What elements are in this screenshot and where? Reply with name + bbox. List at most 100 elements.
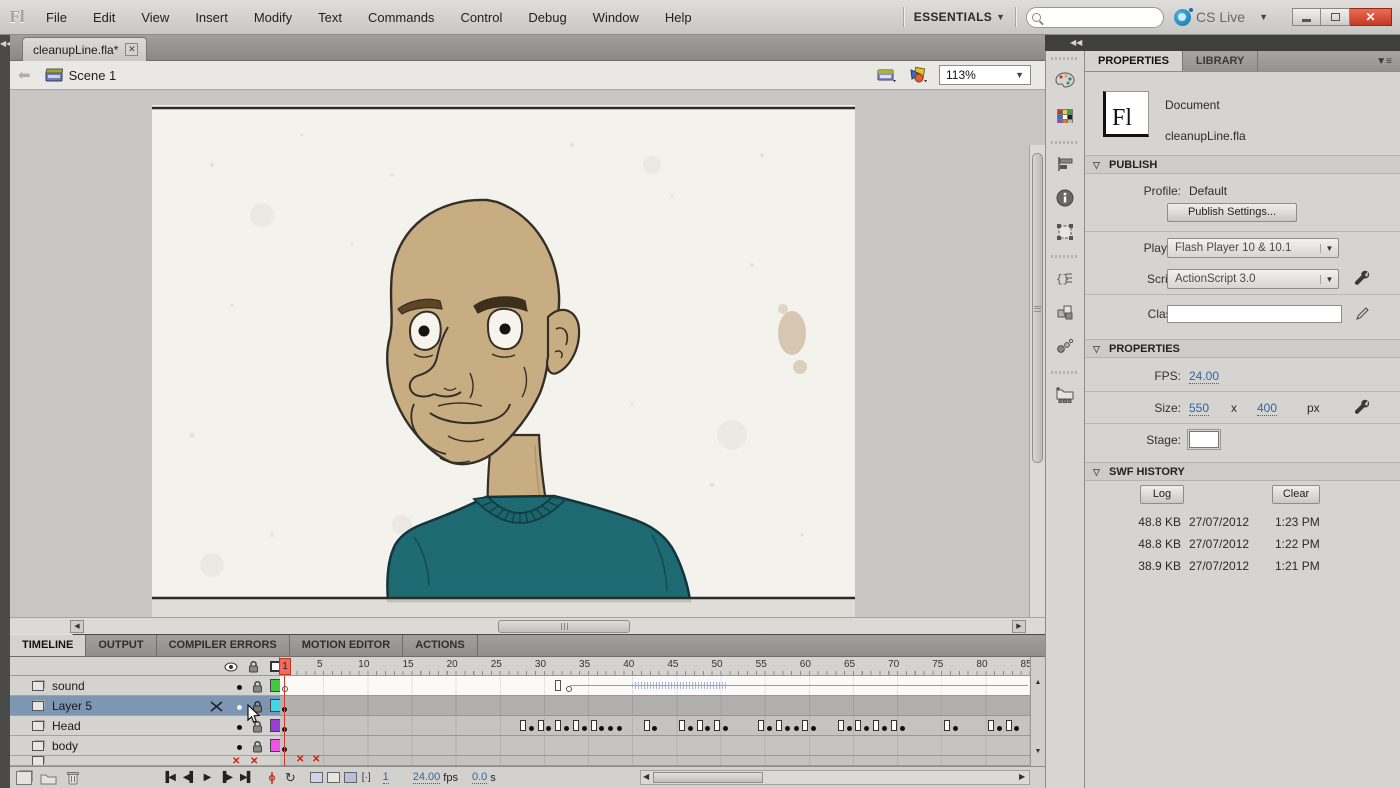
vertical-scroll-thumb[interactable]: [1032, 153, 1043, 463]
current-frame-value[interactable]: 1: [383, 771, 389, 784]
restore-button[interactable]: [1321, 8, 1350, 26]
layer-row-partial[interactable]: ✕ ✕: [10, 756, 280, 766]
swatches-panel-icon[interactable]: [1052, 103, 1078, 129]
frames-row-body[interactable]: [280, 736, 1030, 756]
center-frame-marker-icon[interactable]: [267, 771, 277, 785]
playhead[interactable]: 1: [279, 658, 291, 675]
player-dropdown[interactable]: Flash Player 10 & 10.1 ▼: [1167, 238, 1339, 258]
script-settings-wrench-icon[interactable]: [1353, 269, 1371, 287]
tab-compiler-errors[interactable]: COMPILER ERRORS: [157, 635, 290, 656]
motion-presets-panel-icon[interactable]: [1052, 333, 1078, 359]
elapsed-time-value[interactable]: 0.0: [472, 771, 487, 784]
layer-row-sound[interactable]: sound: [10, 676, 280, 696]
stage-width-value[interactable]: 550: [1189, 401, 1209, 416]
go-to-last-frame-button[interactable]: ▶▌: [240, 772, 253, 783]
publish-section-header[interactable]: ▽ PUBLISH: [1085, 155, 1400, 174]
timeline-ruler[interactable]: 510152025303540455055606570758085: [280, 657, 1030, 676]
info-panel-icon[interactable]: [1052, 185, 1078, 211]
code-snippets-panel-icon[interactable]: {}: [1052, 265, 1078, 291]
lock-all-icon[interactable]: [248, 660, 259, 673]
horizontal-scroll-thumb[interactable]: [498, 620, 630, 633]
new-folder-button[interactable]: [40, 771, 58, 785]
layer-hidden-x-icon[interactable]: ✕: [232, 756, 240, 766]
clear-button[interactable]: Clear: [1272, 485, 1320, 504]
layer-visible-dot[interactable]: [237, 745, 242, 750]
layer-visible-dot[interactable]: [237, 725, 242, 730]
swf-history-section-header[interactable]: ▽ SWF HISTORY: [1085, 462, 1400, 481]
edit-scene-icon[interactable]: [877, 67, 897, 83]
stage-vertical-scrollbar[interactable]: [1029, 145, 1045, 617]
menu-item-help[interactable]: Help: [665, 10, 692, 25]
collapse-arrows-icon[interactable]: ◀◀: [0, 39, 10, 48]
stage-viewport[interactable]: [10, 90, 1045, 617]
menu-item-window[interactable]: Window: [593, 10, 639, 25]
frames-row-head[interactable]: [280, 716, 1030, 736]
collapse-panels-icon[interactable]: ◀◀: [1070, 38, 1082, 47]
timeline-vertical-scrollbar[interactable]: ▲ ▼: [1030, 657, 1045, 766]
fps-value[interactable]: 24.00: [1189, 369, 1219, 384]
publish-settings-button[interactable]: Publish Settings...: [1167, 203, 1297, 222]
menu-item-control[interactable]: Control: [460, 10, 502, 25]
layer-row-head[interactable]: Head: [10, 716, 280, 736]
edit-symbols-icon[interactable]: [907, 66, 929, 84]
close-button[interactable]: ✕: [1350, 8, 1392, 26]
script-dropdown[interactable]: ActionScript 3.0 ▼: [1167, 269, 1339, 289]
layer-visible-dot[interactable]: [237, 705, 242, 710]
zoom-level-select[interactable]: 113% ▼: [939, 65, 1031, 85]
frames-row-sound[interactable]: [280, 676, 1030, 696]
layer-row-body[interactable]: body: [10, 736, 280, 756]
search-input[interactable]: [1045, 9, 1150, 25]
timeline-scroll-thumb[interactable]: [653, 772, 763, 783]
layer-name[interactable]: Layer 5: [52, 699, 92, 713]
menu-item-modify[interactable]: Modify: [254, 10, 292, 25]
scroll-left-arrow[interactable]: ◀: [643, 772, 649, 781]
stage-horizontal-scrollbar[interactable]: ◀ ▶: [10, 617, 1045, 634]
align-panel-icon[interactable]: [1052, 151, 1078, 177]
menu-item-file[interactable]: File: [46, 10, 67, 25]
chevron-down-icon[interactable]: ▼: [1259, 12, 1268, 22]
workspace-switcher[interactable]: ESSENTIALS ▼: [914, 10, 1005, 24]
document-tab[interactable]: cleanupLine.fla* ✕: [22, 37, 147, 61]
size-settings-wrench-icon[interactable]: [1353, 398, 1371, 416]
cs-live-button[interactable]: CS Live: [1174, 9, 1245, 26]
stage-canvas[interactable]: [152, 105, 855, 617]
stage-color-swatch[interactable]: [1189, 431, 1219, 448]
timeline-horizontal-scrollbar[interactable]: ◀ ▶: [640, 770, 1030, 785]
class-input[interactable]: [1167, 305, 1342, 323]
properties-section-header[interactable]: ▽ PROPERTIES: [1085, 339, 1400, 358]
scroll-up-arrow[interactable]: ▲: [1031, 679, 1045, 686]
scroll-right-arrow[interactable]: ▶: [1019, 772, 1025, 781]
layer-lock-icon[interactable]: [252, 680, 263, 693]
frame-rate-value[interactable]: 24.00: [413, 771, 441, 784]
delete-layer-button[interactable]: [66, 770, 80, 785]
tab-timeline[interactable]: TIMELINE: [10, 635, 86, 656]
tab-motion-editor[interactable]: MOTION EDITOR: [290, 635, 403, 656]
menu-item-edit[interactable]: Edit: [93, 10, 115, 25]
menu-item-insert[interactable]: Insert: [195, 10, 228, 25]
layer-name[interactable]: Head: [52, 719, 81, 733]
layer-hidden-x-icon[interactable]: ✕: [250, 756, 258, 766]
components-panel-icon[interactable]: [1052, 299, 1078, 325]
step-back-button[interactable]: ◀▌: [183, 772, 196, 783]
project-panel-icon[interactable]: [1052, 381, 1078, 407]
scroll-left-arrow[interactable]: ◀: [70, 620, 84, 633]
minimize-button[interactable]: [1292, 8, 1321, 26]
new-layer-button[interactable]: [16, 771, 32, 785]
onion-skin-outlines-button[interactable]: [327, 772, 340, 783]
tab-properties[interactable]: PROPERTIES: [1085, 51, 1183, 71]
menu-item-view[interactable]: View: [141, 10, 169, 25]
frames-row-layer5[interactable]: [280, 696, 1030, 716]
log-button[interactable]: Log: [1140, 485, 1184, 504]
scene-name[interactable]: Scene 1: [69, 68, 117, 83]
menu-item-text[interactable]: Text: [318, 10, 342, 25]
menu-item-commands[interactable]: Commands: [368, 10, 434, 25]
show-hide-all-icon[interactable]: [224, 662, 238, 672]
frames-row-partial[interactable]: ✕ ✕: [280, 756, 1030, 766]
tab-library[interactable]: LIBRARY: [1183, 51, 1258, 71]
edit-multiple-frames-button[interactable]: [344, 772, 357, 783]
layer-row-layer5[interactable]: Layer 5: [10, 696, 280, 716]
layer-name[interactable]: sound: [52, 679, 85, 693]
layer-lock-icon[interactable]: [252, 740, 263, 753]
scroll-right-arrow[interactable]: ▶: [1012, 620, 1026, 633]
layer-visible-dot[interactable]: [237, 685, 242, 690]
